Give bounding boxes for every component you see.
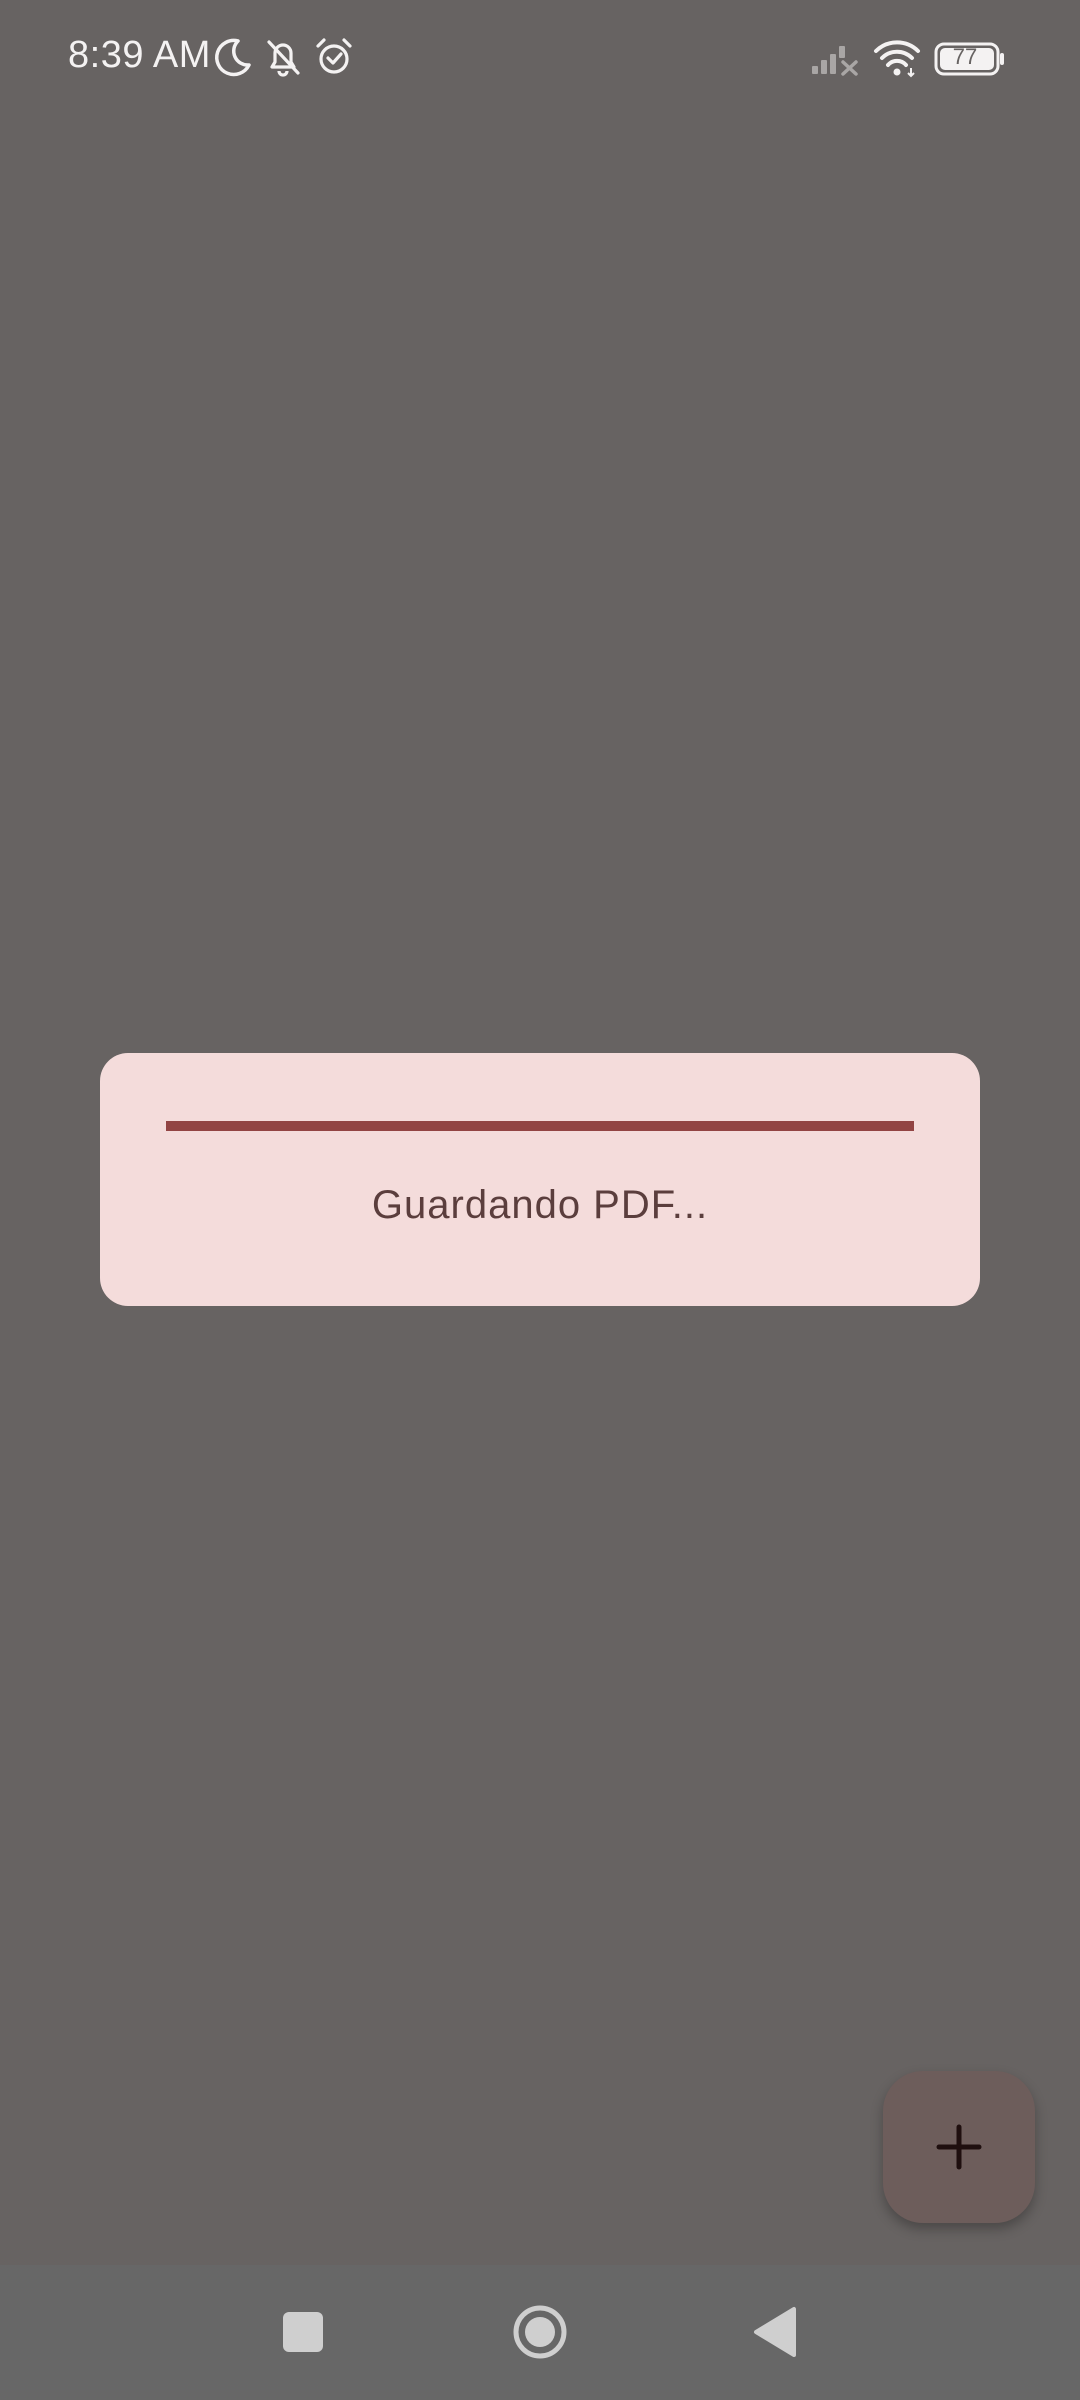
progress-bar: [166, 1121, 914, 1131]
status-bar: 8:39 AM 77: [0, 0, 1080, 120]
back-triangle-icon: [754, 2307, 796, 2357]
bell-off-icon: [267, 40, 300, 77]
back-button[interactable]: [716, 2265, 836, 2400]
recents-square-icon: [283, 2312, 323, 2352]
status-time: 8:39 AM: [68, 34, 211, 76]
recents-button[interactable]: [243, 2265, 363, 2400]
home-circle-icon: [513, 2305, 567, 2359]
dialog-message: Guardando PDF...: [371, 1183, 709, 1227]
add-button[interactable]: [883, 2071, 1035, 2223]
screen: 8:39 AM 77 Guardando PDF...: [0, 0, 1080, 2400]
progress-bar-fill: [166, 1121, 914, 1131]
home-button[interactable]: [480, 2265, 600, 2400]
moon-icon: [215, 38, 251, 77]
wifi-icon: [874, 40, 920, 78]
battery-level: 77: [952, 44, 978, 69]
progress-dialog: Guardando PDF...: [100, 1053, 980, 1306]
plus-icon: [936, 2124, 982, 2170]
alarm-icon: [316, 38, 352, 74]
signal-off-icon: [812, 46, 858, 76]
navigation-bar: [0, 2265, 1080, 2400]
